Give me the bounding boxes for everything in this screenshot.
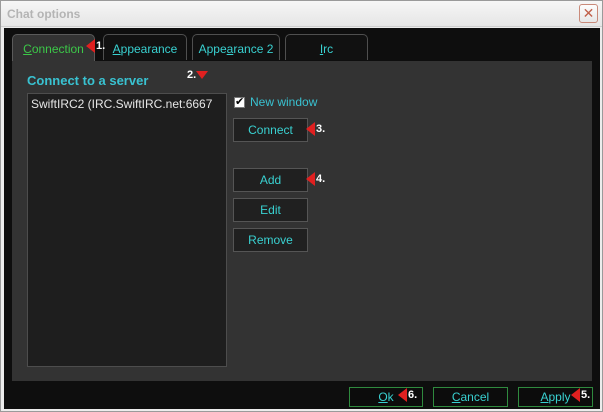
new-window-label: New window (250, 95, 318, 109)
red-arrow-icon (306, 172, 315, 186)
chat-options-window: Chat options ✕ Connection Appearance App… (0, 0, 603, 412)
add-button[interactable]: Add (233, 168, 308, 192)
red-arrow-icon (196, 71, 209, 79)
tab-appearance[interactable]: Appearance (103, 34, 187, 60)
close-button[interactable]: ✕ (579, 4, 598, 23)
tab-label: Appearance (112, 42, 178, 56)
tab-label: Appearance 2 (198, 42, 274, 56)
annotation-marker-1: 1. (86, 39, 105, 53)
annotation-marker-6: 6. (398, 388, 417, 402)
tab-irc[interactable]: Irc (285, 34, 368, 60)
edit-button[interactable]: Edit (233, 198, 308, 222)
dialog-body: Connection Appearance Appearance 2 Irc C… (4, 28, 600, 409)
tab-label: Connection (23, 42, 84, 56)
tab-connection[interactable]: Connection (12, 34, 95, 62)
annotation-marker-4: 4. (306, 172, 325, 186)
list-item[interactable]: SwiftIRC2 (IRC.SwiftIRC.net:6667 (28, 94, 226, 111)
window-title: Chat options (7, 7, 81, 21)
close-icon: ✕ (582, 5, 595, 22)
checkmark-icon: ✔ (235, 95, 245, 108)
red-arrow-icon (571, 388, 580, 402)
title-bar[interactable]: Chat options ✕ (1, 1, 602, 27)
remove-button[interactable]: Remove (233, 228, 308, 252)
new-window-checkbox[interactable]: ✔ (234, 95, 245, 108)
red-arrow-icon (398, 388, 407, 402)
annotation-marker-3: 3. (306, 122, 325, 136)
red-arrow-icon (86, 39, 95, 53)
connection-panel: Connect to a server SwiftIRC2 (IRC.Swift… (12, 61, 592, 381)
annotation-marker-2: 2. (187, 69, 209, 81)
cancel-button[interactable]: Cancel (433, 387, 508, 407)
connect-button[interactable]: Connect (233, 118, 308, 142)
red-arrow-icon (306, 122, 315, 136)
annotation-marker-5: 5. (571, 388, 590, 402)
section-title: Connect to a server (27, 73, 149, 88)
tab-appearance-2[interactable]: Appearance 2 (192, 34, 280, 60)
tab-label: Irc (319, 42, 334, 56)
server-list[interactable]: SwiftIRC2 (IRC.SwiftIRC.net:6667 (27, 93, 227, 367)
